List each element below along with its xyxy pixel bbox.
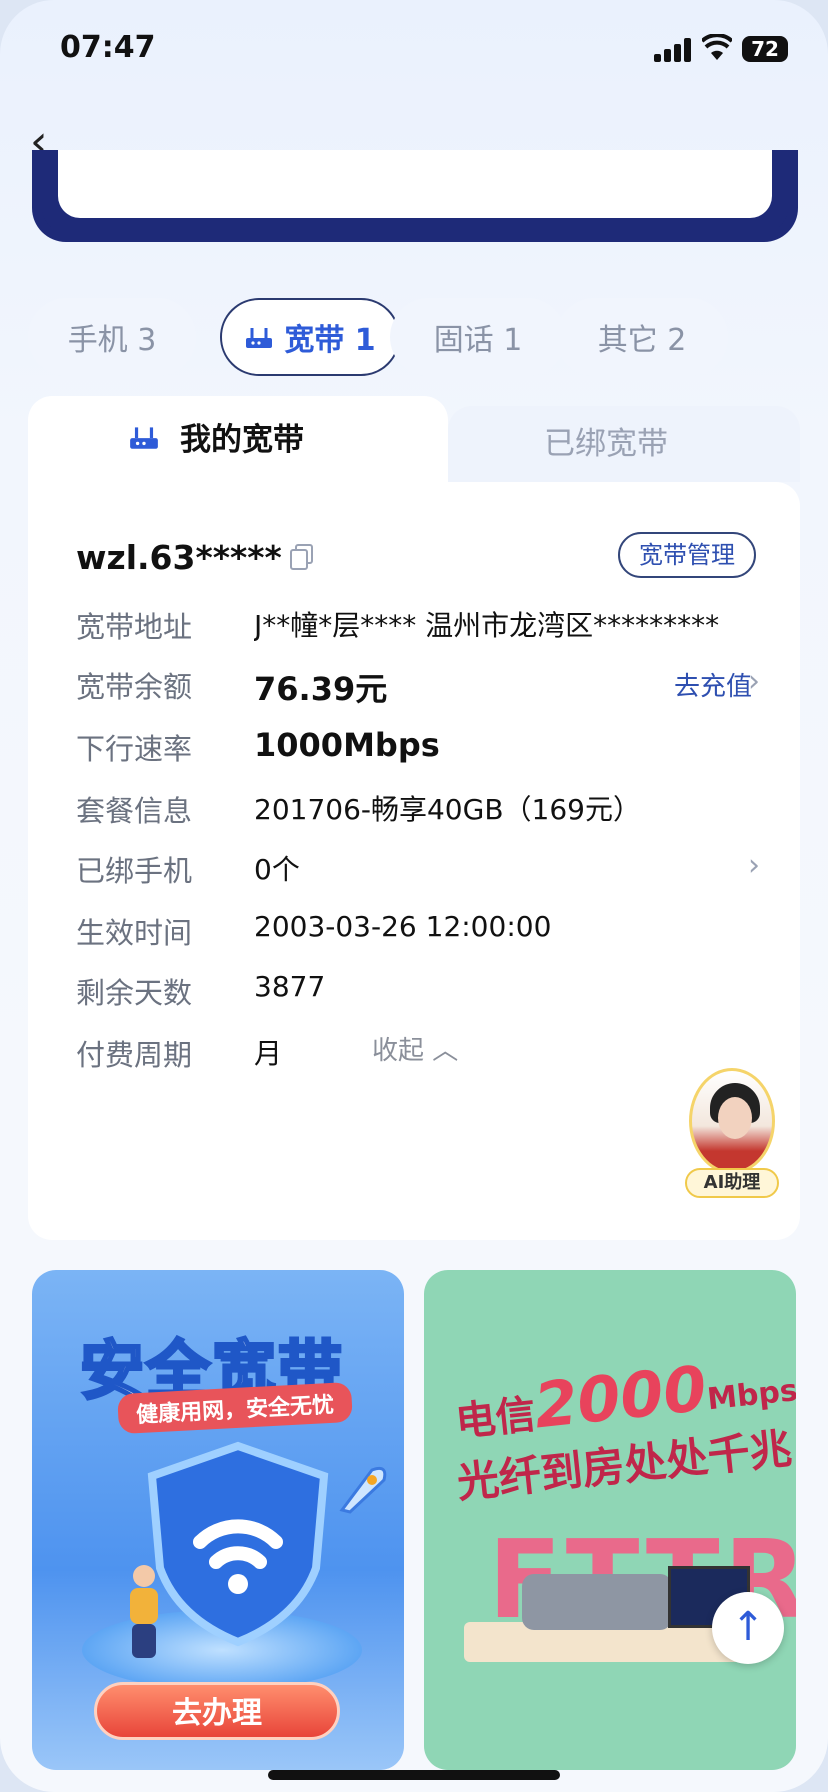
subtab-bound-label[interactable]: 已绑宽带 — [544, 418, 668, 463]
battery-icon: 72 — [742, 36, 788, 62]
row-speed: 下行速率 1000Mbps — [76, 726, 776, 770]
row-label: 宽带余额 — [76, 670, 193, 704]
banner-secure-broadband[interactable]: 安全宽带 健康用网，安全无忧 去办理 — [32, 1270, 404, 1770]
status-bar: 07:47 72 — [0, 0, 828, 100]
apply-button[interactable]: 去办理 — [94, 1682, 340, 1740]
row-plan: 套餐信息 201706-畅享40GB（169元） — [76, 788, 776, 832]
row-value: 2003-03-26 12:00:00 — [254, 910, 552, 943]
chevron-right-icon[interactable]: › — [748, 848, 760, 883]
row-remaining-days: 剩余天数 3877 — [76, 970, 776, 1014]
ai-assistant-label: AI助理 — [685, 1168, 779, 1198]
row-value: 201706-畅享40GB（169元） — [254, 793, 641, 826]
avatar — [689, 1068, 775, 1174]
row-label: 剩余天数 — [76, 976, 193, 1010]
tab-phone-label: 手机 3 — [67, 323, 157, 358]
tab-phone[interactable]: 手机 3 — [28, 298, 196, 376]
account-id: wzl.63***** — [76, 538, 282, 577]
tab-other[interactable]: 其它 2 — [556, 298, 728, 376]
banner-brand: 电信 — [453, 1391, 538, 1446]
row-value: 3877 — [254, 970, 326, 1003]
row-label: 生效时间 — [76, 916, 193, 950]
tab-landline[interactable]: 固话 1 — [390, 298, 566, 376]
person-icon — [130, 1565, 158, 1658]
row-label: 宽带地址 — [76, 610, 193, 644]
row-bound-phones[interactable]: 已绑手机 0个 › — [76, 848, 776, 892]
collapse-button[interactable]: 收起 ︿ — [372, 1030, 458, 1067]
ai-assistant-button[interactable]: AI助理 — [683, 1068, 781, 1198]
banner-fttr[interactable]: 电信2000Mbps 光纤到房处处千兆 FTTR — [424, 1270, 796, 1770]
chevron-right-icon[interactable]: › — [748, 664, 760, 699]
home-indicator — [268, 1770, 560, 1780]
router-icon — [246, 328, 273, 348]
banner-unit: Mbps — [705, 1373, 796, 1418]
subtab-mine-content: 我的宽带 — [128, 414, 304, 459]
rocket-icon — [339, 1466, 387, 1514]
tab-broadband-label: 宽带 1 — [284, 323, 376, 358]
row-value: 0个 — [254, 853, 300, 886]
subtab-mine-label: 我的宽带 — [180, 422, 304, 458]
row-value: 月 — [254, 1037, 283, 1070]
row-balance: 宽带余额 76.39元 去充值 › — [76, 664, 776, 708]
router-icon — [130, 426, 158, 449]
service-tabs: 手机 3 宽带 1 固话 1 其它 2 — [28, 298, 828, 378]
row-label: 下行速率 — [76, 732, 193, 766]
signal-icon — [654, 38, 694, 62]
row-value: 76.39元 — [254, 670, 388, 708]
row-label: 套餐信息 — [76, 794, 193, 828]
row-value: 1000Mbps — [254, 726, 440, 764]
row-label: 付费周期 — [76, 1038, 193, 1072]
status-time: 07:47 — [60, 30, 156, 65]
phone-screen: 07:47 72 ‹ 手机 3 宽带 1 固话 1 其它 2 我的宽带 已绑宽带… — [0, 0, 828, 1792]
copy-icon[interactable] — [290, 544, 314, 570]
row-address: 宽带地址 J**幢*层**** 温州市龙湾区********* — [76, 604, 776, 648]
row-label: 已绑手机 — [76, 854, 193, 888]
subtabs: 我的宽带 已绑宽带 — [28, 396, 800, 482]
sofa-graphic — [522, 1574, 672, 1630]
recharge-link[interactable]: 去充值 — [674, 666, 752, 703]
tab-other-label: 其它 2 — [597, 323, 687, 358]
tab-broadband[interactable]: 宽带 1 — [220, 298, 400, 376]
scroll-top-button[interactable]: ↑ — [712, 1592, 784, 1664]
row-value: J**幢*层**** 温州市龙湾区********* — [254, 609, 720, 642]
wifi-icon — [702, 34, 732, 60]
tab-landline-label: 固话 1 — [433, 323, 523, 358]
header-card — [32, 150, 798, 242]
row-effective-time: 生效时间 2003-03-26 12:00:00 — [76, 910, 776, 954]
manage-button[interactable]: 宽带管理 — [618, 532, 756, 578]
